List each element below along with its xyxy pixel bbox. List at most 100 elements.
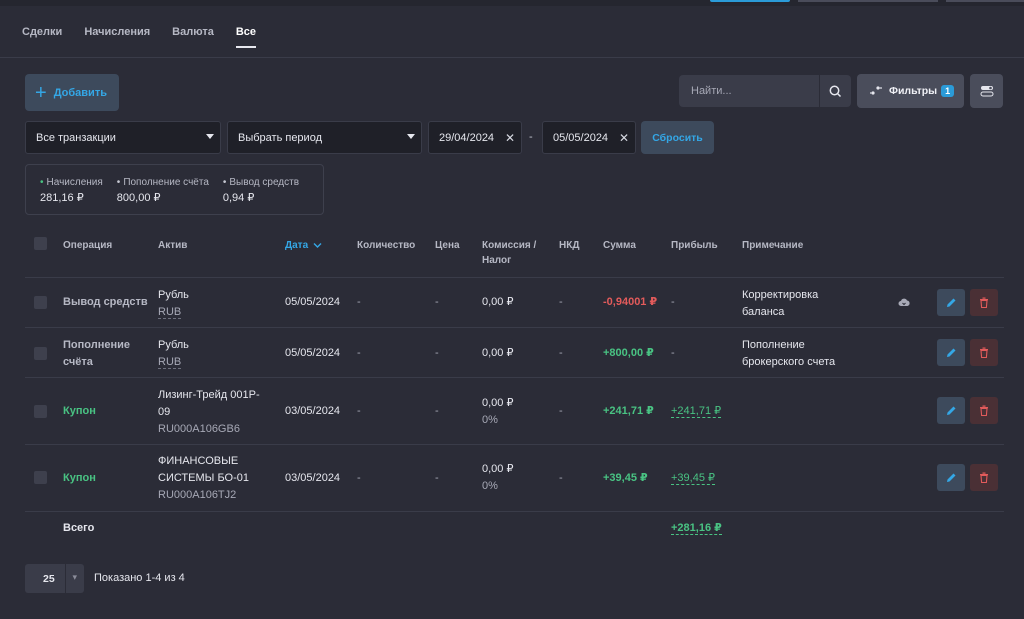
top-button-edge-2[interactable] bbox=[946, 0, 1024, 2]
row-note-line1: Пополнение bbox=[742, 339, 805, 351]
total-profit-value: +281,16 ₽ bbox=[671, 522, 722, 535]
row-divider bbox=[25, 511, 1004, 512]
header-date[interactable]: Дата bbox=[285, 238, 322, 253]
delete-button[interactable] bbox=[970, 464, 998, 491]
header-profit[interactable]: Прибыль bbox=[671, 238, 718, 253]
edit-button[interactable] bbox=[937, 464, 965, 491]
row-operation-line1: Пополнение bbox=[63, 339, 130, 351]
pagination-info: Показано 1-4 из 4 bbox=[94, 572, 185, 584]
summary-value: 0,94 ₽ bbox=[222, 192, 255, 204]
delete-button[interactable] bbox=[970, 397, 998, 424]
header-fee[interactable]: Комиссия / Налог bbox=[482, 238, 536, 268]
header-date-label: Дата bbox=[285, 240, 309, 251]
plus-icon: + bbox=[35, 81, 47, 104]
search-box bbox=[679, 75, 851, 107]
row-price: - bbox=[435, 472, 439, 484]
row-asset-code: RUB bbox=[158, 356, 182, 369]
header-nkd[interactable]: НКД bbox=[559, 238, 579, 253]
header-fee-line2: Налог bbox=[482, 255, 512, 266]
row-amount: +241,71 ₽ bbox=[603, 405, 654, 417]
gray-dot-icon: • bbox=[116, 177, 121, 188]
tab-accruals[interactable]: Начисления bbox=[84, 26, 150, 48]
header-operation[interactable]: Операция bbox=[63, 238, 112, 253]
row-nkd: - bbox=[559, 472, 563, 484]
search-input[interactable] bbox=[679, 75, 819, 107]
row-checkbox[interactable] bbox=[34, 296, 47, 309]
top-strip bbox=[0, 0, 1024, 6]
period-value: Выбрать период bbox=[238, 131, 322, 144]
row-fee: 0,00 ₽ bbox=[482, 296, 514, 308]
filters-icon bbox=[870, 86, 882, 95]
tab-deals[interactable]: Сделки bbox=[22, 26, 62, 48]
date-range-dash: - bbox=[529, 131, 533, 143]
tab-currency[interactable]: Валюта bbox=[172, 26, 214, 48]
row-checkbox[interactable] bbox=[34, 405, 47, 418]
cloud-icon bbox=[898, 298, 910, 306]
row-asset: Лизинг-Трейд 001P- 09 RU000A106GB6 bbox=[158, 387, 260, 438]
row-asset-code: RUB bbox=[158, 306, 182, 319]
edit-button[interactable] bbox=[937, 339, 965, 366]
header-asset[interactable]: Актив bbox=[158, 238, 187, 253]
summary-label: Пополнение счёта bbox=[123, 177, 209, 188]
row-checkbox[interactable] bbox=[34, 471, 47, 484]
delete-button[interactable] bbox=[970, 289, 998, 316]
period-select[interactable]: Выбрать период bbox=[227, 121, 422, 154]
row-fee: 0,00 ₽ bbox=[482, 347, 514, 359]
add-button-label: Добавить bbox=[53, 86, 107, 99]
tab-all[interactable]: Все bbox=[235, 26, 257, 48]
view-toggle-button[interactable] bbox=[970, 74, 1003, 108]
row-tax-value: 0% bbox=[482, 480, 498, 492]
row-nkd: - bbox=[559, 296, 563, 308]
reset-button[interactable]: Сбросить bbox=[641, 121, 714, 154]
page-size-value: 25 bbox=[43, 572, 55, 585]
row-asset-name: Рубль bbox=[158, 339, 189, 351]
clear-date-from-icon[interactable]: ✕ bbox=[505, 131, 515, 145]
row-fee-value: 0,00 ₽ bbox=[482, 397, 514, 409]
top-button-edge[interactable] bbox=[798, 0, 938, 2]
row-fee-value: 0,00 ₽ bbox=[482, 463, 514, 475]
row-checkbox[interactable] bbox=[34, 347, 47, 360]
total-profit: +281,16 ₽ bbox=[671, 520, 722, 537]
top-primary-button-edge[interactable] bbox=[710, 0, 790, 2]
edit-button[interactable] bbox=[937, 289, 965, 316]
edit-button[interactable] bbox=[937, 397, 965, 424]
row-amount: -0,94001 ₽ bbox=[603, 296, 658, 308]
header-price[interactable]: Цена bbox=[435, 238, 460, 253]
date-to-field[interactable]: 05/05/2024 ✕ bbox=[542, 121, 636, 154]
row-profit: +241,71 ₽ bbox=[671, 403, 722, 420]
select-all-checkbox[interactable] bbox=[34, 237, 47, 250]
summary-value: 281,16 ₽ bbox=[40, 192, 84, 204]
chevron-down-icon: ▾ bbox=[72, 572, 77, 582]
delete-button[interactable] bbox=[970, 339, 998, 366]
pencil-icon bbox=[946, 348, 955, 357]
header-amount[interactable]: Сумма bbox=[603, 238, 636, 253]
row-operation: Пополнение счёта bbox=[63, 337, 130, 371]
search-button[interactable] bbox=[819, 75, 851, 107]
row-asset-name: Лизинг-Трейд 001P- bbox=[158, 389, 260, 401]
transaction-type-select[interactable]: Все транзакции bbox=[25, 121, 221, 154]
page-size-select[interactable]: 25 ▾ bbox=[25, 564, 84, 593]
row-profit: +39,45 ₽ bbox=[671, 470, 716, 487]
summary-value: 800,00 ₽ bbox=[116, 192, 161, 204]
filters-button[interactable]: Фильтры 1 bbox=[857, 74, 964, 108]
row-asset: Рубль RUB bbox=[158, 337, 189, 371]
header-note[interactable]: Примечание bbox=[742, 238, 803, 253]
sort-desc-icon bbox=[313, 242, 322, 248]
row-profit-value: +39,45 ₽ bbox=[671, 472, 716, 485]
row-date: 05/05/2024 bbox=[285, 347, 341, 359]
table-divider bbox=[25, 277, 1004, 278]
total-label: Всего bbox=[63, 522, 95, 534]
tabs: Сделки Начисления Валюта Все bbox=[22, 26, 278, 48]
summary-withdrawals: • Вывод средств 0,94 ₽ bbox=[223, 177, 299, 214]
row-operation: Купон bbox=[63, 405, 96, 417]
date-from-field[interactable]: 29/04/2024 ✕ bbox=[428, 121, 522, 154]
row-asset-name: Рубль bbox=[158, 289, 189, 301]
transaction-type-value: Все транзакции bbox=[36, 131, 116, 144]
row-quantity: - bbox=[357, 347, 361, 359]
header-quantity[interactable]: Количество bbox=[357, 238, 415, 253]
row-amount: +800,00 ₽ bbox=[603, 347, 654, 359]
add-button[interactable]: + Добавить bbox=[25, 74, 119, 111]
date-to-value: 05/05/2024 bbox=[553, 131, 609, 144]
trash-icon bbox=[980, 472, 988, 483]
clear-date-to-icon[interactable]: ✕ bbox=[619, 131, 629, 145]
